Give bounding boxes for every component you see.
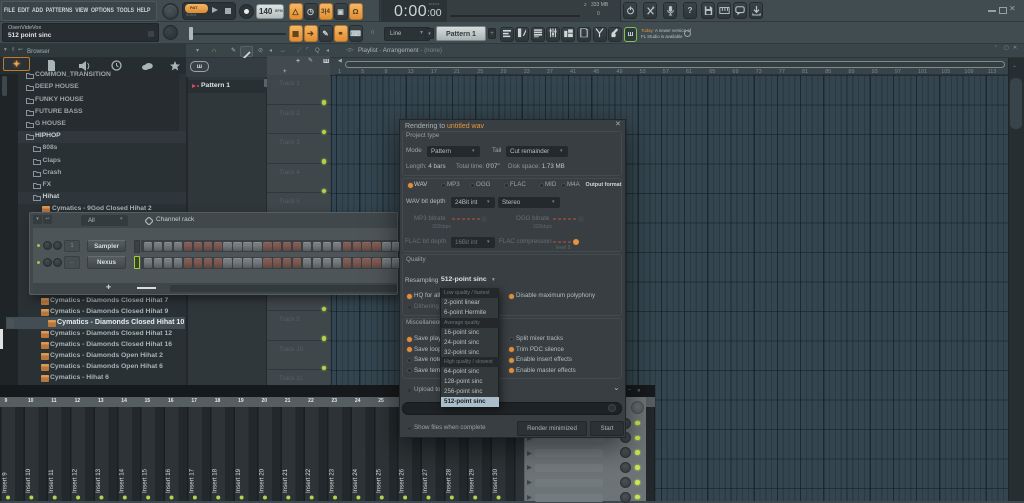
svg-text:Insert 14: Insert 14 <box>118 468 125 493</box>
svg-text:Insert 13: Insert 13 <box>95 468 102 493</box>
svg-text:Insert 20: Insert 20 <box>258 468 265 493</box>
svg-text:Insert 16: Insert 16 <box>165 468 172 493</box>
svg-text:Insert 24: Insert 24 <box>352 468 359 493</box>
svg-text:Insert 27: Insert 27 <box>422 468 429 493</box>
svg-text:Insert 17: Insert 17 <box>188 468 195 493</box>
svg-text:Insert 25: Insert 25 <box>375 468 382 493</box>
svg-text:Insert 10: Insert 10 <box>25 468 32 493</box>
svg-text:Insert 26: Insert 26 <box>399 468 406 493</box>
svg-text:Insert 21: Insert 21 <box>282 468 289 493</box>
svg-text:Insert 12: Insert 12 <box>72 468 79 493</box>
svg-text:Insert 15: Insert 15 <box>142 468 149 493</box>
svg-text:Insert 18: Insert 18 <box>212 468 219 493</box>
svg-text:Insert 29: Insert 29 <box>469 468 476 493</box>
svg-text:Insert 19: Insert 19 <box>235 468 242 493</box>
svg-text:Insert 30: Insert 30 <box>492 468 499 493</box>
svg-text:Insert 28: Insert 28 <box>445 468 452 493</box>
svg-text:Insert 9: Insert 9 <box>2 472 9 493</box>
svg-text:Insert 11: Insert 11 <box>48 469 55 493</box>
svg-text:Insert 23: Insert 23 <box>329 468 336 493</box>
svg-text:Insert 22: Insert 22 <box>305 468 312 493</box>
